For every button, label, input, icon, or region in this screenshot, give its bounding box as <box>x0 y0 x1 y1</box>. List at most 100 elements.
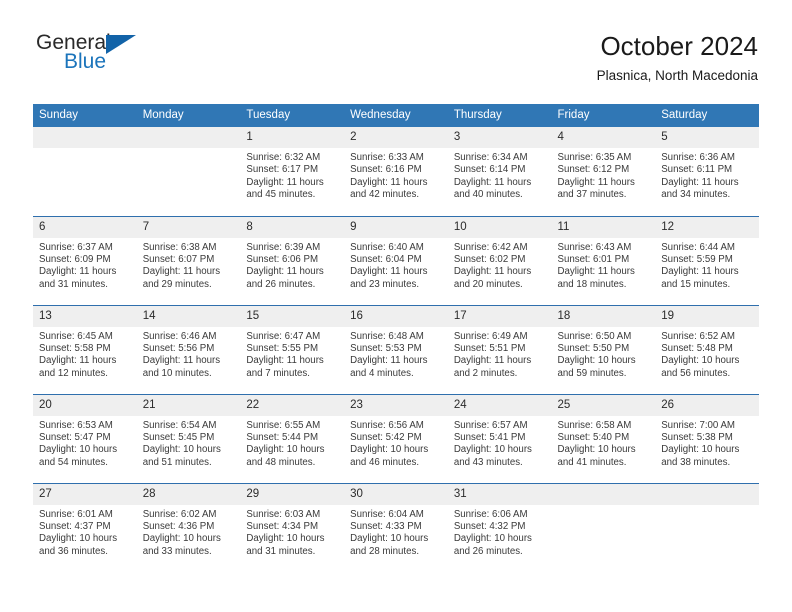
calendar-day-cell[interactable]: 11 Sunrise: 6:43 AM Sunset: 6:01 PM Dayligh… <box>551 215 656 305</box>
day-details: Sunrise: 6:37 AM Sunset: 6:09 PM Daylight:… <box>33 238 137 292</box>
sunset-text: Sunset: 6:02 PM <box>453 253 526 265</box>
sunset-text: Sunset: 6:01 PM <box>557 253 630 265</box>
calendar-day-cell[interactable]: 24 Sunrise: 6:57 AM Sunset: 5:41 PM Dayligh… <box>447 393 552 483</box>
day-number: 15 <box>240 305 345 327</box>
daylight-text: Daylight: 10 hours and 54 minutes. <box>39 444 118 468</box>
sunrise-text: Sunrise: 6:58 AM <box>557 419 632 431</box>
sunrise-text: Sunrise: 6:38 AM <box>142 241 217 253</box>
daylight-text: Daylight: 11 hours and 23 minutes. <box>350 266 428 290</box>
daylight-text: Daylight: 11 hours and 40 minutes. <box>453 176 532 201</box>
sunset-text: Sunset: 5:55 PM <box>246 342 319 354</box>
sunset-text: Sunset: 6:14 PM <box>453 164 526 176</box>
day-details: Sunrise: 6:33 AM Sunset: 6:16 PM Daylight:… <box>344 148 448 202</box>
daylight-text: Daylight: 11 hours and 42 minutes. <box>350 176 428 201</box>
day-number: 25 <box>551 394 656 416</box>
calendar-day-cell[interactable]: 13 Sunrise: 6:45 AM Sunset: 5:58 PM Dayligh… <box>33 304 137 394</box>
daylight-text: Daylight: 10 hours and 28 minutes. <box>350 533 429 557</box>
daylight-text: Daylight: 10 hours and 38 minutes. <box>661 444 740 468</box>
calendar-week-row: 6 Sunrise: 6:37 AM Sunset: 6:09 PM Daylight… <box>33 215 759 305</box>
calendar-day-cell[interactable]: 12 Sunrise: 6:44 AM Sunset: 5:59 PM Dayligh… <box>655 215 759 305</box>
column-header-thursday: Thursday <box>447 104 552 127</box>
day-details: Sunrise: 6:43 AM Sunset: 6:01 PM Daylight:… <box>552 238 656 292</box>
sunrise-text: Sunrise: 6:54 AM <box>142 419 217 431</box>
sunset-text: Sunset: 5:40 PM <box>557 431 630 443</box>
triangle-icon <box>106 35 136 54</box>
calendar-day-cell[interactable]: 16 Sunrise: 6:48 AM Sunset: 5:53 PM Dayligh… <box>344 304 448 394</box>
calendar-day-cell[interactable]: 9 Sunrise: 6:40 AM Sunset: 6:04 PM Daylight… <box>344 215 448 305</box>
column-header-sunday: Sunday <box>33 104 137 127</box>
sunrise-text: Sunrise: 6:34 AM <box>453 152 528 163</box>
sunset-text: Sunset: 6:12 PM <box>557 164 630 176</box>
day-details: Sunrise: 7:00 AM Sunset: 5:38 PM Daylight:… <box>655 416 759 470</box>
sunrise-text: Sunrise: 6:46 AM <box>142 330 217 342</box>
calendar-day-cell[interactable]: 26 Sunrise: 7:00 AM Sunset: 5:38 PM Dayligh… <box>655 393 759 483</box>
day-number: 1 <box>240 127 345 148</box>
calendar-day-cell[interactable]: 5 Sunrise: 6:36 AM Sunset: 6:11 PM Daylight… <box>655 127 759 216</box>
sunset-text: Sunset: 5:41 PM <box>453 431 526 443</box>
sunset-text: Sunset: 4:32 PM <box>453 520 526 532</box>
day-number: 12 <box>655 216 759 238</box>
day-details: Sunrise: 6:03 AM Sunset: 4:34 PM Daylight:… <box>240 505 344 559</box>
daylight-text: Daylight: 10 hours and 51 minutes. <box>142 444 221 468</box>
page-title: October 2024 <box>600 31 758 61</box>
calendar-day-cell[interactable]: 8 Sunrise: 6:39 AM Sunset: 6:06 PM Daylight… <box>240 215 345 305</box>
calendar-day-cell[interactable]: 3 Sunrise: 6:34 AM Sunset: 6:14 PM Daylight… <box>447 127 552 216</box>
daylight-text: Daylight: 11 hours and 15 minutes. <box>661 266 739 290</box>
calendar-cell-empty <box>136 127 241 216</box>
calendar-day-cell[interactable]: 27 Sunrise: 6:01 AM Sunset: 4:37 PM Dayligh… <box>33 482 137 572</box>
sunset-text: Sunset: 5:51 PM <box>453 342 526 354</box>
sunrise-text: Sunrise: 6:33 AM <box>350 152 424 163</box>
calendar-day-cell[interactable]: 20 Sunrise: 6:53 AM Sunset: 5:47 PM Dayligh… <box>33 393 137 483</box>
sunrise-text: Sunrise: 6:37 AM <box>39 241 113 253</box>
day-number <box>655 483 759 505</box>
column-header-wednesday: Wednesday <box>344 104 448 127</box>
calendar-day-cell[interactable]: 25 Sunrise: 6:58 AM Sunset: 5:40 PM Dayligh… <box>551 393 656 483</box>
sunrise-text: Sunrise: 6:03 AM <box>246 508 321 520</box>
calendar-day-cell[interactable]: 4 Sunrise: 6:35 AM Sunset: 6:12 PM Daylight… <box>551 127 656 216</box>
day-number: 14 <box>136 305 241 327</box>
calendar-week-row: 20 Sunrise: 6:53 AM Sunset: 5:47 PM Dayligh… <box>33 393 759 483</box>
calendar-day-cell[interactable]: 31 Sunrise: 6:06 AM Sunset: 4:32 PM Dayligh… <box>447 482 552 572</box>
day-number: 27 <box>33 483 137 505</box>
calendar-day-cell[interactable]: 18 Sunrise: 6:50 AM Sunset: 5:50 PM Dayligh… <box>551 304 656 394</box>
day-number: 16 <box>344 305 448 327</box>
calendar-day-cell[interactable]: 30 Sunrise: 6:04 AM Sunset: 4:33 PM Dayligh… <box>344 482 448 572</box>
day-number: 8 <box>240 216 345 238</box>
calendar-day-cell[interactable]: 22 Sunrise: 6:55 AM Sunset: 5:44 PM Dayligh… <box>240 393 345 483</box>
day-details: Sunrise: 6:04 AM Sunset: 4:33 PM Daylight:… <box>344 505 448 559</box>
sunset-text: Sunset: 4:37 PM <box>39 520 111 532</box>
sunrise-text: Sunrise: 6:01 AM <box>39 508 113 520</box>
calendar-day-cell[interactable]: 19 Sunrise: 6:52 AM Sunset: 5:48 PM Dayligh… <box>655 304 759 394</box>
calendar-day-cell[interactable]: 2 Sunrise: 6:33 AM Sunset: 6:16 PM Daylight… <box>344 127 448 216</box>
sunrise-text: Sunrise: 6:02 AM <box>142 508 217 520</box>
calendar-day-cell[interactable]: 1 Sunrise: 6:32 AM Sunset: 6:17 PM Daylight… <box>240 127 345 216</box>
calendar-day-cell[interactable]: 29 Sunrise: 6:03 AM Sunset: 4:34 PM Dayligh… <box>240 482 345 572</box>
calendar-day-cell[interactable]: 10 Sunrise: 6:42 AM Sunset: 6:02 PM Dayligh… <box>447 215 552 305</box>
calendar-day-cell[interactable]: 7 Sunrise: 6:38 AM Sunset: 6:07 PM Daylight… <box>136 215 241 305</box>
daylight-text: Daylight: 10 hours and 43 minutes. <box>453 444 532 468</box>
day-details: Sunrise: 6:49 AM Sunset: 5:51 PM Daylight:… <box>448 327 552 381</box>
day-details: Sunrise: 6:48 AM Sunset: 5:53 PM Daylight:… <box>344 327 448 381</box>
column-header-monday: Monday <box>136 104 241 127</box>
day-number: 29 <box>240 483 345 505</box>
calendar-day-cell[interactable]: 15 Sunrise: 6:47 AM Sunset: 5:55 PM Dayligh… <box>240 304 345 394</box>
daylight-text: Daylight: 11 hours and 37 minutes. <box>557 176 635 201</box>
sunrise-text: Sunrise: 6:57 AM <box>453 419 528 431</box>
daylight-text: Daylight: 10 hours and 46 minutes. <box>350 444 429 468</box>
day-number: 6 <box>33 216 137 238</box>
day-number <box>136 127 241 148</box>
sunrise-text: Sunrise: 6:47 AM <box>246 330 321 342</box>
calendar-day-cell[interactable]: 14 Sunrise: 6:46 AM Sunset: 5:56 PM Dayligh… <box>136 304 241 394</box>
calendar-day-cell[interactable]: 6 Sunrise: 6:37 AM Sunset: 6:09 PM Daylight… <box>33 215 137 305</box>
calendar-day-cell[interactable]: 28 Sunrise: 6:02 AM Sunset: 4:36 PM Dayligh… <box>136 482 241 572</box>
daylight-text: Daylight: 11 hours and 20 minutes. <box>453 266 532 290</box>
calendar-day-cell[interactable]: 17 Sunrise: 6:49 AM Sunset: 5:51 PM Dayligh… <box>447 304 552 394</box>
day-details: Sunrise: 6:57 AM Sunset: 5:41 PM Daylight:… <box>448 416 552 470</box>
day-details: Sunrise: 6:02 AM Sunset: 4:36 PM Daylight:… <box>137 505 241 559</box>
day-number: 10 <box>447 216 552 238</box>
sunrise-text: Sunrise: 6:55 AM <box>246 419 321 431</box>
calendar-day-cell[interactable]: 21 Sunrise: 6:54 AM Sunset: 5:45 PM Dayligh… <box>136 393 241 483</box>
brand-logo[interactable]: General Blue <box>36 32 156 78</box>
calendar-day-cell[interactable]: 23 Sunrise: 6:56 AM Sunset: 5:42 PM Dayligh… <box>344 393 448 483</box>
sunrise-text: Sunrise: 7:00 AM <box>661 419 735 431</box>
